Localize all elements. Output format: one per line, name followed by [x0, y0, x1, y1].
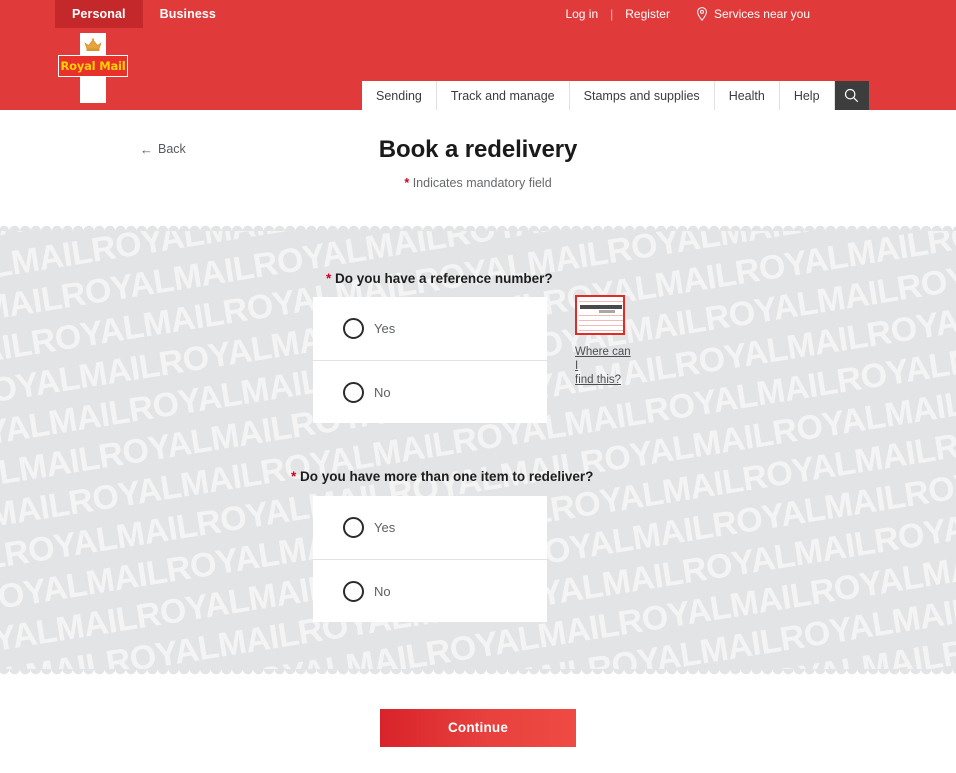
masthead: Royal Mail Sending Track and manage Stam… [0, 28, 956, 110]
nav-item-stamps-and-supplies[interactable]: Stamps and supplies [569, 81, 715, 110]
services-near-you-label: Services near you [713, 7, 810, 21]
stamp-perforation-bottom [0, 669, 956, 675]
login-link[interactable]: Log in [561, 7, 602, 21]
cta-area: Continue [0, 675, 956, 772]
mandatory-field-note: * Indicates mandatory field [0, 176, 956, 190]
location-pin-icon [697, 7, 707, 21]
nav-item-health-label: Health [728, 88, 765, 103]
question-asterisk: * [291, 469, 297, 484]
option-label-multiple-items-no: No [374, 583, 391, 599]
radio-reference-number-no[interactable] [343, 381, 364, 403]
options-box-multiple-items: Yes No [313, 496, 547, 622]
option-reference-number-yes[interactable]: Yes [313, 297, 547, 360]
help-link-line-2: find this? [575, 374, 622, 386]
nav-item-stamps-and-supplies-label: Stamps and supplies [583, 88, 700, 103]
nav-item-help-label: Help [793, 88, 820, 103]
main-navigation: Sending Track and manage Stamps and supp… [362, 81, 869, 110]
reference-number-example-thumbnail[interactable] [575, 295, 625, 335]
form-panel: ROYALMAILROYALMAILROYALMAILROYALMAILROYA… [0, 225, 956, 675]
stamp-perforation-top [0, 225, 956, 231]
option-label-reference-number-no: No [374, 384, 391, 400]
nav-item-help[interactable]: Help [779, 81, 835, 110]
back-link[interactable]: ← Back [140, 142, 186, 156]
page-title-area: ← Back Book a redelivery * Indicates man… [0, 110, 956, 225]
question-text: Do you have more than one item to redeli… [300, 469, 594, 484]
utility-separator: | [610, 7, 614, 21]
question-label-reference-number: * Do you have a reference number? [326, 271, 553, 286]
option-label-reference-number-yes: Yes [374, 321, 396, 336]
search-icon [844, 88, 859, 103]
audience-tab-personal[interactable]: Personal [55, 0, 143, 28]
continue-button[interactable]: Continue [380, 708, 576, 747]
back-link-label: Back [158, 142, 186, 156]
register-link[interactable]: Register [621, 7, 674, 21]
option-reference-number-no[interactable]: No [313, 360, 547, 423]
nav-item-health[interactable]: Health [714, 81, 780, 110]
options-box-reference-number: Yes No [313, 297, 547, 423]
back-arrow-icon: ← [140, 141, 153, 157]
crown-icon [84, 38, 102, 51]
services-near-you-link[interactable]: Services near you [696, 7, 810, 21]
nav-item-track-and-manage-label: Track and manage [450, 88, 555, 103]
question-label-multiple-items: * Do you have more than one item to rede… [291, 469, 593, 484]
option-multiple-items-no[interactable]: No [313, 559, 547, 622]
option-label-multiple-items-yes: Yes [374, 520, 396, 535]
utility-links: Log in | Register Services near you [561, 0, 956, 28]
mandatory-note-text: Indicates mandatory field [412, 176, 552, 190]
logo-wordmark: Royal Mail [60, 59, 126, 73]
radio-multiple-items-yes[interactable] [343, 517, 364, 538]
nav-item-sending-label: Sending [376, 88, 422, 103]
audience-tab-personal-label: Personal [72, 7, 126, 21]
radio-reference-number-yes[interactable] [343, 318, 364, 339]
mandatory-asterisk: * [404, 176, 410, 190]
where-can-i-find-this-link[interactable]: Where can I find this? [575, 345, 635, 387]
question-text: Do you have a reference number? [335, 271, 553, 286]
audience-tab-group: Personal Business [55, 0, 233, 28]
thumbnail-text-smudge [599, 310, 615, 313]
audience-tab-business-label: Business [159, 7, 216, 21]
radio-multiple-items-no[interactable] [343, 580, 364, 602]
utility-bar: Personal Business Log in | Register Serv… [0, 0, 956, 28]
option-multiple-items-yes[interactable]: Yes [313, 496, 547, 559]
nav-item-track-and-manage[interactable]: Track and manage [436, 81, 570, 110]
search-button[interactable] [834, 81, 869, 110]
nav-item-sending[interactable]: Sending [362, 81, 437, 110]
audience-tab-business[interactable]: Business [143, 0, 233, 28]
logo-wordmark-band: Royal Mail [58, 55, 128, 77]
reference-help-block: Where can I find this? [575, 295, 637, 387]
help-link-line-1: Where can I [575, 346, 631, 372]
question-asterisk: * [326, 271, 332, 286]
royal-mail-logo[interactable]: Royal Mail [58, 33, 128, 103]
thumbnail-address-bar [580, 305, 622, 309]
